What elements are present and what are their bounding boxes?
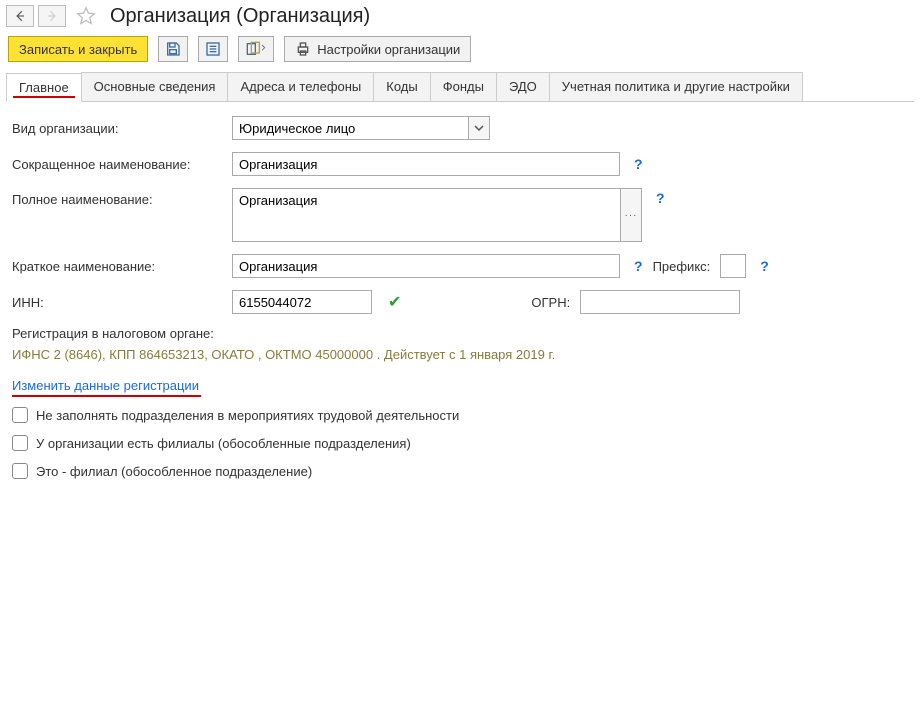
- is-branch-label: Это - филиал (обособленное подразделение…: [36, 464, 312, 479]
- brief-name-input[interactable]: [232, 254, 620, 278]
- ogrn-input[interactable]: [580, 290, 740, 314]
- tab-main[interactable]: Главное: [6, 73, 82, 102]
- favorite-button[interactable]: [74, 4, 98, 28]
- org-type-label: Вид организации:: [12, 121, 222, 136]
- tab-policy[interactable]: Учетная политика и другие настройки: [549, 72, 803, 101]
- tab-edo[interactable]: ЭДО: [496, 72, 550, 101]
- arrow-left-icon: [13, 9, 27, 23]
- full-name-help[interactable]: ?: [656, 190, 665, 206]
- registration-info: ИФНС 2 (8646), КПП 864653213, ОКАТО , ОК…: [12, 347, 908, 362]
- checkbox-is-branch[interactable]: [12, 463, 28, 479]
- org-type-input[interactable]: [232, 116, 468, 140]
- window-title: Организация (Организация): [110, 5, 370, 28]
- prefix-label: Префикс:: [653, 259, 711, 274]
- short-name-help[interactable]: ?: [634, 156, 643, 172]
- arrow-right-icon: [45, 9, 59, 23]
- copy-button[interactable]: [238, 36, 274, 62]
- short-name-label: Сокращенное наименование:: [12, 157, 222, 172]
- has-branches-label: У организации есть филиалы (обособленные…: [36, 436, 411, 451]
- save-close-button[interactable]: Записать и закрыть: [8, 36, 148, 62]
- change-registration-link[interactable]: Изменить данные регистрации: [12, 378, 199, 395]
- inn-label: ИНН:: [12, 295, 222, 310]
- org-type-dropdown-button[interactable]: [468, 116, 490, 140]
- chevron-down-icon: [474, 123, 484, 133]
- printer-icon: [295, 41, 311, 57]
- inn-valid-icon: ✔: [388, 292, 401, 312]
- full-name-expand-button[interactable]: ···: [620, 188, 642, 242]
- short-name-input[interactable]: [232, 152, 620, 176]
- save-button[interactable]: [158, 36, 188, 62]
- floppy-icon: [165, 41, 181, 57]
- prefix-input[interactable]: [720, 254, 746, 278]
- tab-codes[interactable]: Коды: [373, 72, 430, 101]
- list-icon: [205, 41, 221, 57]
- brief-name-help[interactable]: ?: [634, 258, 643, 274]
- inn-input[interactable]: [232, 290, 372, 314]
- org-settings-label: Настройки организации: [317, 42, 460, 57]
- full-name-label: Полное наименование:: [12, 188, 222, 207]
- save-close-label: Записать и закрыть: [19, 42, 137, 57]
- no-subdivisions-label: Не заполнять подразделения в мероприятия…: [36, 408, 459, 423]
- ogrn-label: ОГРН:: [531, 295, 570, 310]
- tab-addresses[interactable]: Адреса и телефоны: [227, 72, 374, 101]
- prefix-help[interactable]: ?: [760, 258, 769, 274]
- checkbox-no-subdivisions[interactable]: [12, 407, 28, 423]
- tab-funds[interactable]: Фонды: [430, 72, 497, 101]
- list-button[interactable]: [198, 36, 228, 62]
- copy-icon: [246, 41, 266, 57]
- full-name-input[interactable]: [232, 188, 620, 242]
- checkbox-has-branches[interactable]: [12, 435, 28, 451]
- star-icon: [76, 6, 96, 26]
- brief-name-label: Краткое наименование:: [12, 259, 222, 274]
- org-settings-button[interactable]: Настройки организации: [284, 36, 471, 62]
- ellipsis-icon: ···: [625, 210, 638, 221]
- nav-back-button[interactable]: [6, 5, 34, 27]
- tab-general[interactable]: Основные сведения: [81, 72, 229, 101]
- nav-forward-button[interactable]: [38, 5, 66, 27]
- registration-title: Регистрация в налоговом органе:: [12, 326, 908, 341]
